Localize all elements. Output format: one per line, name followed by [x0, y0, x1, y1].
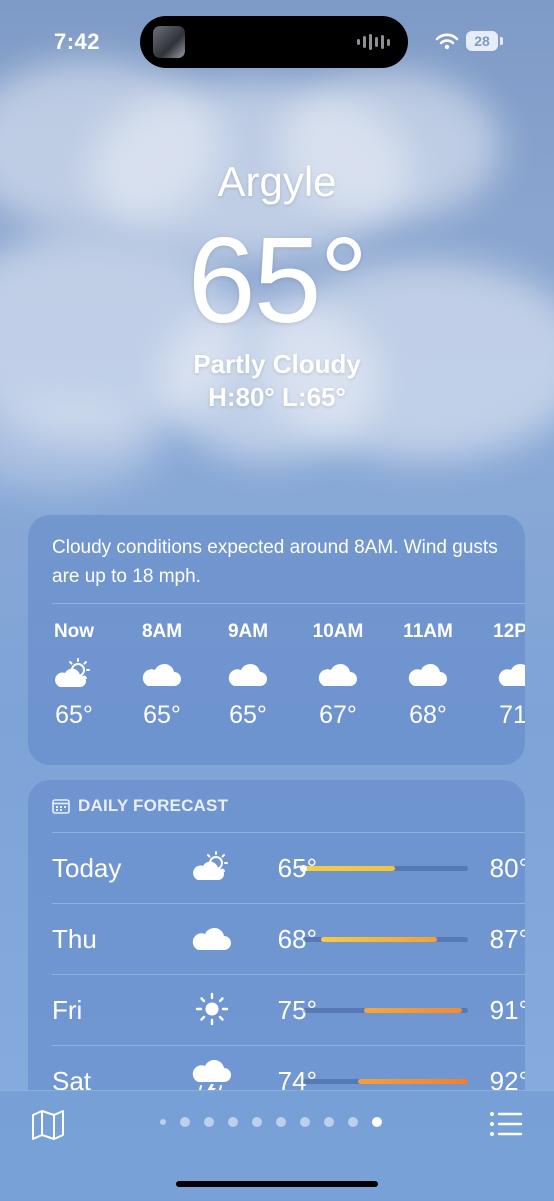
page-dot[interactable]	[204, 1117, 214, 1127]
hour-item: Now 65°	[34, 621, 114, 730]
home-indicator[interactable]	[176, 1181, 378, 1187]
battery-tip	[500, 37, 503, 45]
temp-range-fill	[358, 1079, 468, 1084]
hour-label: 8AM	[141, 621, 183, 642]
temp-range-bar	[300, 865, 468, 872]
day-high: 87°	[489, 924, 525, 954]
divider	[52, 603, 525, 604]
map-icon[interactable]	[30, 1109, 66, 1141]
hourly-forecast-card[interactable]: Cloudy conditions expected around 8AM. W…	[28, 515, 525, 765]
page-dot[interactable]	[300, 1117, 310, 1127]
hour-temp: 71°	[499, 701, 525, 729]
hour-temp: 65°	[55, 701, 93, 729]
partly-cloudy-icon	[34, 647, 114, 701]
page-dot[interactable]	[324, 1117, 334, 1127]
dynamic-island[interactable]	[140, 16, 408, 68]
temp-range-bar	[303, 1079, 468, 1084]
daily-forecast-header: DAILY FORECAST	[52, 796, 228, 816]
wifi-icon	[435, 33, 459, 50]
partly-cloudy-icon	[190, 847, 234, 887]
day-name: Thu	[52, 924, 97, 954]
current-condition: Partly Cloudy	[193, 349, 361, 379]
temp-range-fill	[321, 937, 438, 942]
cloud-icon	[478, 647, 525, 701]
sun-icon	[190, 989, 234, 1029]
hour-label: 11AM	[403, 621, 453, 642]
page-dot-active[interactable]	[372, 1117, 382, 1127]
hour-item: 12PM 71°	[478, 621, 525, 730]
temp-range-bar	[303, 1008, 468, 1013]
hour-item: 10AM 67°	[298, 621, 378, 730]
cloud-icon	[190, 918, 234, 958]
now-playing-artwork[interactable]	[153, 26, 185, 58]
cloud-icon	[388, 647, 468, 701]
page-indicator[interactable]	[160, 1115, 382, 1129]
hour-temp: 67°	[319, 701, 357, 729]
day-high: 80°	[489, 853, 525, 883]
day-row[interactable]: Today 65° 80°	[52, 832, 525, 903]
calendar-icon	[52, 799, 70, 814]
hour-item: 11AM 68°	[388, 621, 468, 730]
forecast-summary: Cloudy conditions expected around 8AM. W…	[52, 537, 498, 587]
hour-label: 9AM	[227, 621, 269, 642]
day-name: Fri	[52, 995, 83, 1025]
hourly-scroller[interactable]: Now 65° 8AM 65° 9AM 65° 10AM 67° 11AM 68…	[28, 621, 525, 751]
high-low: H:80° L:65°	[208, 382, 346, 412]
status-time: 7:42	[54, 29, 101, 54]
page-dot[interactable]	[180, 1117, 190, 1127]
hour-temp: 65°	[229, 701, 267, 729]
page-dot[interactable]	[228, 1117, 238, 1127]
cloud-icon	[298, 647, 378, 701]
current-temperature: 65°	[187, 212, 369, 348]
page-dot[interactable]	[252, 1117, 262, 1127]
cloud-icon	[208, 647, 288, 701]
hour-label: 12PM	[493, 621, 525, 642]
page-dot[interactable]	[276, 1117, 286, 1127]
cloud-icon	[122, 647, 202, 701]
city-name: Argyle	[217, 158, 337, 205]
temp-range-fill	[364, 1008, 462, 1013]
hour-item: 8AM 65°	[122, 621, 202, 730]
hour-label: Now	[53, 621, 95, 642]
temp-range-fill	[303, 866, 395, 871]
day-row[interactable]: Thu 68° 87°	[52, 903, 525, 974]
page-dot[interactable]	[348, 1117, 358, 1127]
daily-forecast-title: DAILY FORECAST	[78, 796, 229, 815]
hour-label: 10AM	[312, 621, 364, 642]
day-high: 91°	[489, 995, 525, 1025]
day-row[interactable]: Fri 75° 91°	[52, 974, 525, 1045]
battery-indicator: 28	[466, 31, 498, 51]
temp-range-bar	[303, 937, 468, 942]
hour-temp: 68°	[409, 701, 447, 729]
daily-forecast-card[interactable]: DAILY FORECAST Today 65° 80° Thu 68° 87°…	[28, 780, 525, 1120]
audio-waveform-icon	[357, 34, 390, 50]
list-icon[interactable]	[489, 1110, 523, 1138]
current-temp-dot	[300, 865, 307, 872]
page-dot[interactable]	[160, 1119, 166, 1125]
hour-item: 9AM 65°	[208, 621, 288, 730]
hour-temp: 65°	[143, 701, 181, 729]
day-name: Today	[52, 853, 122, 883]
